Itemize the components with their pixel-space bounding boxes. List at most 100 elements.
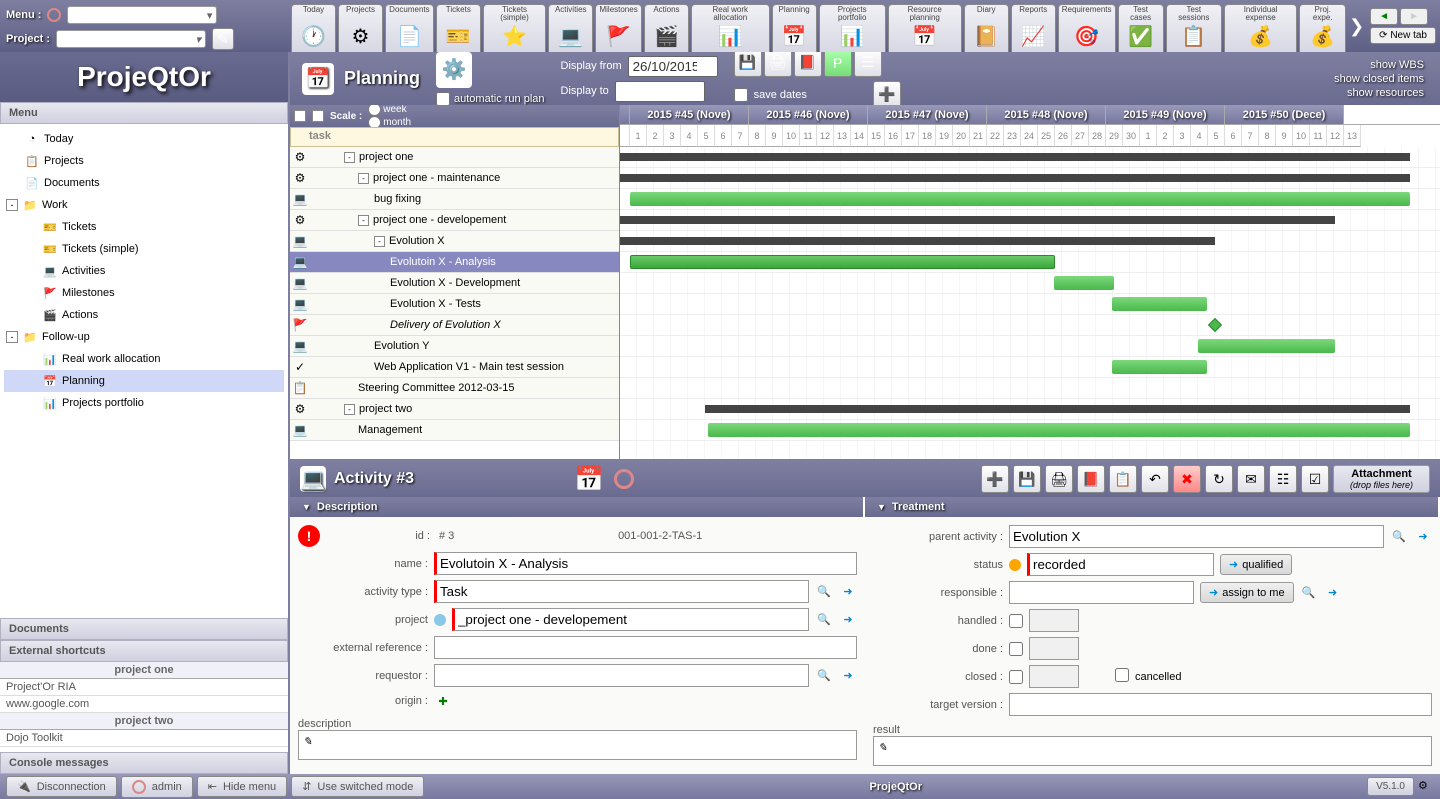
gantt-task-bar[interactable]: [1054, 276, 1114, 290]
display-from-input[interactable]: [628, 56, 718, 77]
menu-item[interactable]: 📄Documents: [4, 172, 284, 194]
menu-item[interactable]: -📁Work: [4, 194, 284, 216]
handled-date[interactable]: [1029, 609, 1079, 632]
menu-item[interactable]: 💻Activities: [4, 260, 284, 282]
parent-activity-input[interactable]: [1009, 525, 1384, 548]
show-wbs-toggle[interactable]: show WBS: [1330, 58, 1428, 72]
gantt-summary-bar[interactable]: [620, 237, 1215, 245]
mail-icon[interactable]: ✉: [1237, 465, 1265, 493]
task-row[interactable]: ⚙-project one: [290, 147, 619, 168]
menu-item[interactable]: ◔Today: [4, 128, 284, 150]
task-row[interactable]: ⚙-project one - maintenance: [290, 168, 619, 189]
menu-item[interactable]: 📋Projects: [4, 150, 284, 172]
gantt-summary-bar[interactable]: [620, 216, 1335, 224]
closed-checkbox[interactable]: [1009, 670, 1023, 684]
toolbar-tab[interactable]: Resource planning📅: [888, 4, 962, 52]
task-row[interactable]: 💻-Evolution X: [290, 231, 619, 252]
toolbar-tab[interactable]: Projects⚙: [338, 4, 383, 52]
expand-all-icon[interactable]: +: [312, 110, 324, 122]
goto-responsible-icon[interactable]: ➜: [1324, 584, 1342, 602]
gear-icon[interactable]: ⚙️: [436, 52, 472, 88]
copy-icon[interactable]: 📋: [1109, 465, 1137, 493]
shortcut-link[interactable]: www.google.com: [0, 696, 288, 713]
documents-panel-header[interactable]: Documents: [0, 618, 288, 640]
task-row[interactable]: ✓Web Application V1 - Main test session: [290, 357, 619, 378]
pdf2-icon[interactable]: 📕: [1077, 465, 1105, 493]
task-row[interactable]: ⚙-project one - developement: [290, 210, 619, 231]
shortcut-link[interactable]: Dojo Toolkit: [0, 730, 288, 747]
closed-date[interactable]: [1029, 665, 1079, 688]
menu-item[interactable]: -📁Follow-up: [4, 326, 284, 348]
toolbar-tab[interactable]: Planning📅: [772, 4, 817, 52]
toolbar-tab[interactable]: Individual expense💰: [1224, 4, 1298, 52]
menu-item[interactable]: 📊Real work allocation: [4, 348, 284, 370]
menu-item[interactable]: 🎫Tickets: [4, 216, 284, 238]
search-parent-icon[interactable]: 🔍: [1390, 528, 1408, 546]
new-icon[interactable]: ➕: [981, 465, 1009, 493]
columns-icon[interactable]: ☰: [854, 52, 882, 77]
gantt-summary-bar[interactable]: [705, 405, 1410, 413]
search-requestor-icon[interactable]: 🔍: [815, 667, 833, 685]
goto-type-icon[interactable]: ➜: [839, 583, 857, 601]
toolbar-tab[interactable]: Projects portfolio📊: [819, 4, 886, 52]
shortcut-link[interactable]: Project'Or RIA: [0, 679, 288, 696]
goto-project-icon[interactable]: ➜: [839, 611, 857, 629]
console-panel-header[interactable]: Console messages: [0, 752, 288, 774]
toolbar-tab[interactable]: Test cases✅: [1118, 4, 1164, 52]
nav-forward-button[interactable]: ►: [1400, 8, 1428, 25]
attachment-dropzone[interactable]: Attachment (drop files here): [1333, 465, 1430, 493]
menu-item[interactable]: 🎫Tickets (simple): [4, 238, 284, 260]
user-button[interactable]: admin: [121, 776, 193, 798]
toolbar-tab[interactable]: Diary📔: [964, 4, 1009, 52]
print2-icon[interactable]: 🖨: [1045, 465, 1073, 493]
task-row[interactable]: 💻Evolutoin X - Analysis: [290, 252, 619, 273]
gantt-task-bar[interactable]: [708, 423, 1410, 437]
switched-mode-button[interactable]: ⇵Use switched mode: [291, 776, 424, 797]
toolbar-tab[interactable]: Tickets (simple)⭐: [483, 4, 546, 52]
project-input[interactable]: [452, 608, 809, 631]
scale-radio-week[interactable]: week: [368, 105, 415, 116]
toolbar-tab[interactable]: Test sessions📋: [1166, 4, 1222, 52]
menu-dropdown[interactable]: All menus: [67, 6, 217, 24]
menu-item[interactable]: 📅Planning: [4, 370, 284, 392]
gantt-summary-bar[interactable]: [620, 174, 1410, 182]
toolbar-tab[interactable]: Proj. expe.💰: [1299, 4, 1346, 52]
toolbar-tab[interactable]: Requirements🎯: [1058, 4, 1116, 52]
done-date[interactable]: [1029, 637, 1079, 660]
status-input[interactable]: [1027, 553, 1214, 576]
new-tab-button[interactable]: ⟳ New tab: [1370, 27, 1436, 44]
responsible-input[interactable]: [1009, 581, 1194, 604]
toolbar-tab[interactable]: Milestones🚩: [595, 4, 642, 52]
toolbar-tab[interactable]: Real work allocation📊: [691, 4, 770, 52]
nav-back-button[interactable]: ◄: [1370, 8, 1398, 25]
pdf-icon[interactable]: 📕: [794, 52, 822, 77]
task-row[interactable]: 🚩Delivery of Evolution X: [290, 315, 619, 336]
gantt-task-bar[interactable]: [630, 255, 1055, 269]
name-input[interactable]: [434, 552, 857, 575]
gantt-summary-bar[interactable]: [620, 153, 1410, 161]
requestor-input[interactable]: [434, 664, 809, 687]
task-row[interactable]: 💻bug fixing: [290, 189, 619, 210]
toolbar-tab[interactable]: Tickets🎫: [436, 4, 481, 52]
toolbar-tab[interactable]: Reports📈: [1011, 4, 1056, 52]
task-row[interactable]: 💻Evolution Y: [290, 336, 619, 357]
auto-run-checkbox[interactable]: [436, 92, 450, 106]
result-textarea[interactable]: ✎: [873, 736, 1432, 766]
delete-icon[interactable]: ✖: [1173, 465, 1201, 493]
toolbar-tab[interactable]: Actions🎬: [644, 4, 689, 52]
qualified-button[interactable]: ➜qualified: [1220, 554, 1292, 575]
print-icon[interactable]: 🖨: [764, 52, 792, 77]
gantt-milestone[interactable]: [1208, 318, 1222, 332]
collapse-all-icon[interactable]: -: [294, 110, 306, 122]
cancelled-checkbox[interactable]: [1115, 668, 1129, 682]
search-type-icon[interactable]: 🔍: [815, 583, 833, 601]
gantt-task-bar[interactable]: [1198, 339, 1335, 353]
gantt-task-bar[interactable]: [630, 192, 1410, 206]
menu-item[interactable]: 📊Projects portfolio: [4, 392, 284, 414]
toolbar-tab[interactable]: Activities💻: [548, 4, 593, 52]
undo-icon[interactable]: ↶: [1141, 465, 1169, 493]
external-ref-input[interactable]: [434, 636, 857, 659]
toolbar-tab[interactable]: Documents📄: [385, 4, 434, 52]
msproject-icon[interactable]: P: [824, 52, 852, 77]
task-row[interactable]: 📋Steering Committee 2012-03-15: [290, 378, 619, 399]
